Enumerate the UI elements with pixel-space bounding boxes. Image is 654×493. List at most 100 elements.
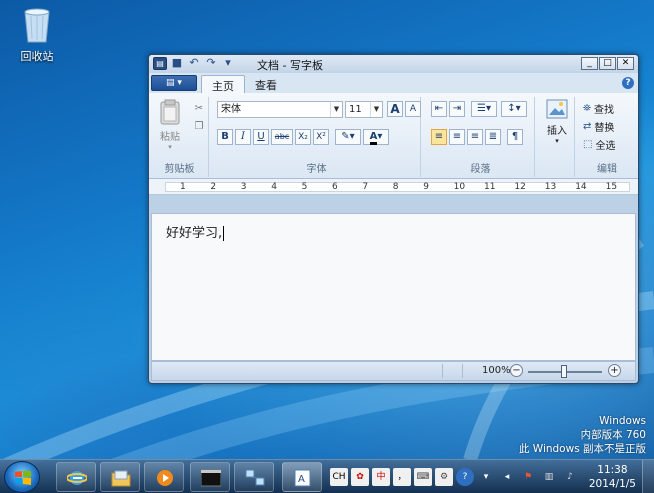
- align-right-icon[interactable]: ≡: [467, 129, 483, 145]
- application-menu-button[interactable]: ▤ ▾: [151, 75, 197, 91]
- language-bar-options-icon[interactable]: ▾: [477, 468, 495, 486]
- title-bar[interactable]: ▤ ■ ↶ ↷ ▾ 文档 - 写字板 _ □ ✕: [149, 55, 638, 73]
- font-color-button[interactable]: A▾: [363, 129, 389, 145]
- wordpad-icon: A: [294, 469, 311, 487]
- quick-access-toolbar: ▤ ■ ↶ ↷ ▾: [153, 57, 235, 70]
- tab-home[interactable]: 主页: [201, 75, 245, 93]
- font-family-select[interactable]: 宋体 ▼: [217, 101, 343, 118]
- watermark-line-1: Windows: [599, 415, 646, 427]
- ime-logo-icon[interactable]: ✿: [351, 468, 369, 486]
- ime-language-indicator[interactable]: CH: [330, 468, 348, 486]
- ruler[interactable]: 1 2 3 4 5 6 7 8 9 10 11 12 13 14 15: [149, 179, 638, 195]
- chevron-down-icon: ▼: [370, 102, 382, 117]
- ime-help-icon[interactable]: ?: [456, 468, 474, 486]
- editing-group: ⛯ 查找 ⇄ 替换 ⬚ 全选 编辑: [579, 97, 635, 177]
- italic-button[interactable]: I: [235, 129, 251, 145]
- ruler-tick-label: 2: [210, 182, 217, 192]
- grow-font-button[interactable]: A: [387, 101, 403, 117]
- show-desktop-button[interactable]: [642, 460, 654, 493]
- bold-button[interactable]: B: [217, 129, 233, 145]
- ruler-track: 1 2 3 4 5 6 7 8 9 10 11 12 13 14 15: [165, 182, 630, 192]
- clipboard-group: 粘贴 ▾ ✂ ❐ 剪贴板: [151, 97, 209, 177]
- ime-punctuation-indicator[interactable]: ，: [393, 468, 411, 486]
- insert-button[interactable]: 插入 ▾: [543, 99, 571, 145]
- language-bar: CH ✿ 中 ， ⌨ ⚙ ? ▾ ◂ ⚑ ▥ ♪: [330, 464, 579, 490]
- recycle-bin-label: 回收站: [20, 50, 54, 63]
- chevron-down-icon: ▼: [330, 102, 342, 117]
- minimize-button[interactable]: _: [581, 57, 598, 70]
- window-title: 文档 - 写字板: [257, 59, 323, 72]
- highlighter-icon: ✎▾: [341, 131, 355, 142]
- redo-icon[interactable]: ↷: [204, 57, 218, 70]
- taskbar-explorer-button[interactable]: [100, 462, 140, 492]
- recycle-bin-icon: [21, 6, 53, 44]
- watermark-line-3: 此 Windows 副本不是正版: [518, 443, 646, 455]
- align-left-icon[interactable]: ≡: [431, 129, 447, 145]
- taskbar-ie-button[interactable]: [56, 462, 96, 492]
- app-icon[interactable]: ▤: [153, 57, 167, 70]
- decrease-indent-icon[interactable]: ⇤: [431, 101, 447, 117]
- justify-icon[interactable]: ≣: [485, 129, 501, 145]
- document-area[interactable]: 好好学习,: [151, 213, 636, 361]
- taskbar-cmd-button[interactable]: [190, 462, 230, 492]
- undo-icon[interactable]: ↶: [187, 57, 201, 70]
- insert-label: 插入: [547, 126, 567, 137]
- taskbar-media-player-button[interactable]: [144, 462, 184, 492]
- align-center-icon[interactable]: ≡: [449, 129, 465, 145]
- tab-view[interactable]: 查看: [245, 75, 287, 93]
- taskbar: A CH ✿ 中 ， ⌨ ⚙ ? ▾ ◂ ⚑ ▥ ♪ 11:38 2014/1/…: [0, 459, 654, 493]
- action-center-icon[interactable]: ⚑: [519, 468, 537, 486]
- find-label: 查找: [594, 105, 614, 116]
- strikethrough-button[interactable]: abc: [271, 129, 293, 145]
- subscript-button[interactable]: X₂: [295, 129, 311, 145]
- save-icon[interactable]: ■: [170, 57, 184, 70]
- increase-indent-icon[interactable]: ⇥: [449, 101, 465, 117]
- ruler-tick-label: 3: [240, 182, 247, 192]
- bullets-icon[interactable]: ☰▾: [471, 101, 497, 117]
- font-size-select[interactable]: 11 ▼: [345, 101, 383, 118]
- copy-icon[interactable]: ❐: [191, 119, 207, 135]
- paragraph-dialog-icon[interactable]: ¶: [507, 129, 523, 145]
- ime-mode-indicator[interactable]: 中: [372, 468, 390, 486]
- taskbar-wordpad-button[interactable]: A: [282, 462, 322, 492]
- zoom-in-button[interactable]: +: [608, 364, 621, 377]
- grow-font-label: A: [390, 102, 400, 116]
- ruler-tick-label: 7: [362, 182, 369, 192]
- binoculars-icon: ⛯: [583, 103, 591, 114]
- close-button[interactable]: ✕: [617, 57, 634, 70]
- font-group: 宋体 ▼ 11 ▼ A A B I U abc X₂ X² ✎▾ A▾ 字体: [213, 97, 421, 177]
- paste-button[interactable]: 粘贴 ▾: [157, 99, 183, 151]
- line-spacing-icon[interactable]: ↕▾: [501, 101, 527, 117]
- zoom-out-button[interactable]: −: [510, 364, 523, 377]
- font-family-value: 宋体: [221, 104, 241, 115]
- cut-icon[interactable]: ✂: [191, 101, 207, 117]
- customize-qat-icon[interactable]: ▾: [221, 57, 235, 70]
- ime-tools-icon[interactable]: ⚙: [435, 468, 453, 486]
- ruler-tick-label: 13: [544, 182, 557, 192]
- select-all-button[interactable]: ⬚ 全选: [583, 137, 615, 152]
- show-hidden-icons[interactable]: ◂: [498, 468, 516, 486]
- soft-keyboard-icon[interactable]: ⌨: [414, 468, 432, 486]
- highlight-color-button[interactable]: ✎▾: [335, 129, 361, 145]
- select-all-icon: ⬚: [583, 139, 593, 150]
- network-tray-icon[interactable]: ▥: [540, 468, 558, 486]
- select-all-label: 全选: [595, 141, 616, 152]
- zoom-slider-thumb[interactable]: [561, 365, 567, 378]
- find-button[interactable]: ⛯ 查找: [583, 101, 614, 116]
- bold-label: B: [221, 131, 229, 142]
- ruler-tick-label: 6: [332, 182, 338, 192]
- help-icon[interactable]: ?: [622, 77, 634, 89]
- maximize-button[interactable]: □: [599, 57, 616, 70]
- underline-button[interactable]: U: [253, 129, 269, 145]
- shrink-font-button[interactable]: A: [405, 101, 421, 117]
- clock-time: 11:38: [597, 464, 628, 476]
- taskbar-network-button[interactable]: [234, 462, 274, 492]
- start-button[interactable]: [4, 461, 40, 493]
- font-size-value: 11: [349, 104, 362, 115]
- replace-button[interactable]: ⇄ 替换: [583, 119, 614, 134]
- volume-icon[interactable]: ♪: [561, 468, 579, 486]
- taskbar-clock[interactable]: 11:38 2014/1/5: [589, 463, 636, 491]
- superscript-button[interactable]: X²: [313, 129, 329, 145]
- replace-icon: ⇄: [583, 121, 592, 132]
- recycle-bin[interactable]: 回收站: [12, 6, 62, 64]
